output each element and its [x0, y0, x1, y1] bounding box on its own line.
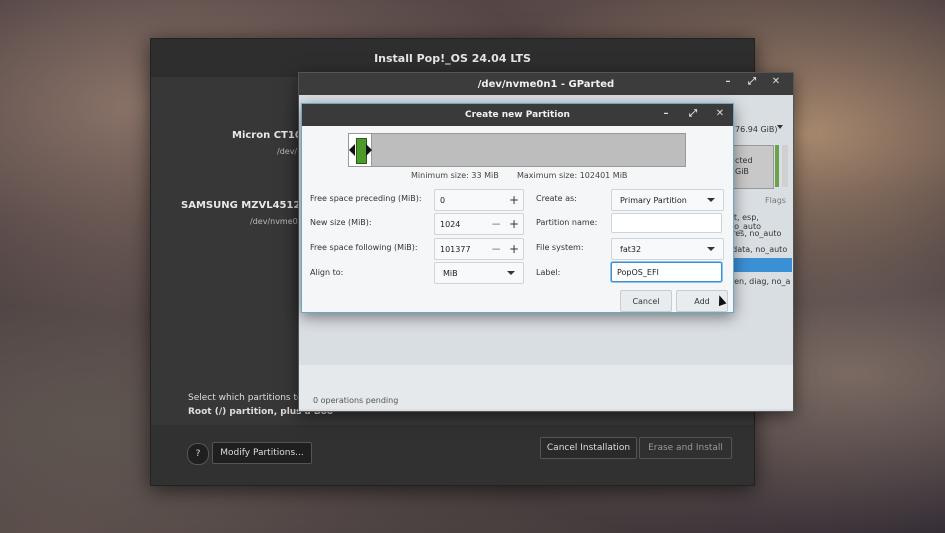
align-value: MiB [443, 268, 458, 278]
resize-left-handle-icon[interactable] [349, 144, 355, 156]
plus-icon[interactable]: + [505, 193, 523, 207]
align-dropdown[interactable]: MiB [434, 262, 524, 284]
gparted-titlebar: /dev/nvme0n1 - GParted – ⤢ ✕ [299, 73, 793, 95]
device-size-label: 76.94 GiB) [735, 125, 778, 134]
new-size-value[interactable]: 1024 [435, 220, 487, 229]
flags-header: Flags [765, 196, 786, 205]
cancel-button[interactable]: Cancel [620, 290, 672, 312]
partition-name-input[interactable] [611, 213, 722, 233]
free-following-value[interactable]: 101377 [435, 245, 487, 254]
free-preceding-spinner[interactable]: 0 + [434, 189, 524, 211]
partition-grey-block [782, 145, 788, 187]
create-as-dropdown[interactable]: Primary Partition [611, 189, 724, 211]
minus-icon[interactable]: − [487, 217, 505, 231]
create-as-label: Create as: [536, 194, 577, 203]
selected-row-highlight[interactable] [728, 258, 792, 272]
device-dropdown-icon[interactable] [777, 125, 783, 129]
free-preceding-value[interactable]: 0 [435, 196, 505, 205]
free-preceding-label: Free space preceding (MiB): [310, 194, 422, 203]
resize-right-handle-icon[interactable] [366, 144, 372, 156]
help-button[interactable]: ? [187, 443, 209, 465]
dialog-maximize-icon[interactable]: ⤢ [686, 108, 700, 119]
installer-footer: ? Modify Partitions... Cancel Installati… [151, 425, 754, 485]
disk1-path: /dev/ [277, 147, 298, 156]
partition-new-region[interactable] [349, 134, 372, 166]
close-icon[interactable]: ✕ [769, 76, 783, 87]
partition-green-block [775, 145, 779, 187]
chevron-down-icon [507, 271, 515, 275]
flag-row[interactable]: tres, no_auto [729, 229, 781, 238]
partition-block[interactable]: cted GiB [732, 145, 774, 189]
dialog-close-icon[interactable]: ✕ [713, 108, 727, 119]
partition-block-label: cted [735, 156, 753, 165]
label-input[interactable]: PopOS_EFI [611, 262, 722, 282]
dialog-title: Create new Partition [465, 110, 570, 120]
erase-install-button[interactable]: Erase and Install [639, 437, 732, 459]
partition-resize-bar[interactable] [348, 133, 686, 167]
filesystem-label: File system: [536, 243, 584, 252]
filesystem-dropdown[interactable]: fat32 [611, 238, 724, 260]
create-as-value: Primary Partition [620, 195, 687, 205]
filesystem-value: fat32 [620, 244, 642, 254]
minimize-icon[interactable]: – [721, 76, 735, 87]
cancel-installation-button[interactable]: Cancel Installation [540, 437, 637, 459]
flag-row[interactable]: den, diag, no_a [729, 277, 790, 286]
partition-block-size: GiB [735, 167, 749, 176]
free-following-label: Free space following (MiB): [310, 243, 418, 252]
dialog-minimize-icon[interactable]: – [659, 108, 673, 119]
chevron-down-icon [707, 198, 715, 202]
plus-icon[interactable]: + [505, 217, 523, 231]
max-size-label: Maximum size: 102401 MiB [517, 171, 628, 180]
operations-status: 0 operations pending [313, 396, 399, 405]
new-size-spinner[interactable]: 1024 − + [434, 213, 524, 235]
label-label: Label: [536, 268, 561, 277]
min-size-label: Minimum size: 33 MiB [411, 171, 499, 180]
minus-icon[interactable]: − [487, 242, 505, 256]
new-size-label: New size (MiB): [310, 218, 372, 227]
modify-partitions-button[interactable]: Modify Partitions... [212, 442, 312, 464]
operations-pane: 0 operations pending [299, 365, 793, 409]
flag-row[interactable]: tdata, no_auto [729, 245, 787, 254]
free-following-spinner[interactable]: 101377 − + [434, 238, 524, 260]
chevron-down-icon [707, 247, 715, 251]
dialog-titlebar: Create new Partition – ⤢ ✕ [302, 104, 733, 126]
gparted-title: /dev/nvme0n1 - GParted [477, 78, 615, 90]
create-partition-dialog: Create new Partition – ⤢ ✕ Minimum size:… [301, 103, 734, 313]
partition-name-label: Partition name: [536, 218, 598, 227]
plus-icon[interactable]: + [505, 242, 523, 256]
maximize-icon[interactable]: ⤢ [745, 76, 759, 87]
align-label: Align to: [310, 268, 344, 277]
